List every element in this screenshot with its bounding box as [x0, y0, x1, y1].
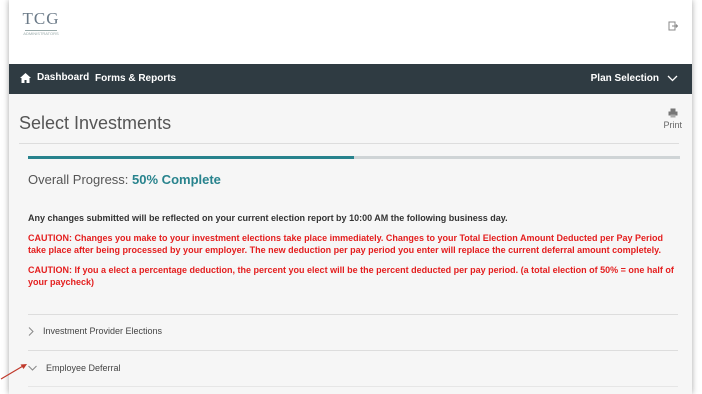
- section-label: Investment Provider Elections: [43, 326, 163, 336]
- home-icon: [20, 72, 31, 83]
- caution-notice-elections: CAUTION: Changes you make to your invest…: [28, 233, 663, 255]
- main-content: Select Investments Print Overall Progres…: [9, 94, 692, 394]
- section-divider: [28, 386, 678, 387]
- progress-bar: [28, 156, 680, 159]
- section-label: Employee Deferral: [46, 363, 121, 373]
- caution-notice-percentage: CAUTION: If you a elect a percentage ded…: [28, 265, 674, 287]
- print-label: Print: [663, 120, 682, 130]
- plan-selection-label: Plan Selection: [590, 73, 659, 84]
- plan-selection-dropdown[interactable]: Plan Selection: [591, 73, 678, 84]
- section-investment-provider-elections[interactable]: Investment Provider Elections: [28, 326, 162, 336]
- tcg-logo[interactable]: TCG ADMINISTRATORS: [21, 10, 61, 40]
- progress-prefix: Overall Progress:: [28, 172, 129, 187]
- nav-dashboard-label: Dashboard: [37, 72, 90, 83]
- print-button[interactable]: Print: [663, 108, 682, 130]
- section-divider: [28, 314, 678, 315]
- browser-frame: TCG ADMINISTRATORS Dashboard Forms & Rep…: [9, 0, 692, 394]
- annotation-arrow-icon: [0, 364, 27, 380]
- nav-dashboard[interactable]: Dashboard: [20, 72, 89, 83]
- logo-subtext: ADMINISTRATORS: [23, 31, 59, 36]
- section-divider: [28, 350, 678, 351]
- progress-percent: 50% Complete: [132, 172, 221, 187]
- logo-text: TCG: [22, 9, 60, 28]
- chevron-down-icon: [667, 75, 678, 82]
- printer-icon: [668, 108, 678, 118]
- main-navbar: Dashboard Forms & Reports Plan Selection: [9, 64, 692, 94]
- logout-icon[interactable]: [668, 18, 679, 31]
- page-title: Select Investments: [19, 113, 172, 133]
- section-employee-deferral[interactable]: Employee Deferral: [28, 363, 121, 373]
- info-notice: Any changes submitted will be reflected …: [28, 213, 508, 223]
- nav-forms-reports[interactable]: Forms & Reports: [95, 73, 176, 84]
- overall-progress: Overall Progress: 50% Complete: [28, 172, 221, 187]
- top-header: TCG ADMINISTRATORS: [9, 0, 692, 64]
- title-divider: [19, 143, 679, 144]
- progress-bar-fill: [28, 156, 354, 159]
- chevron-right-icon: [28, 326, 34, 336]
